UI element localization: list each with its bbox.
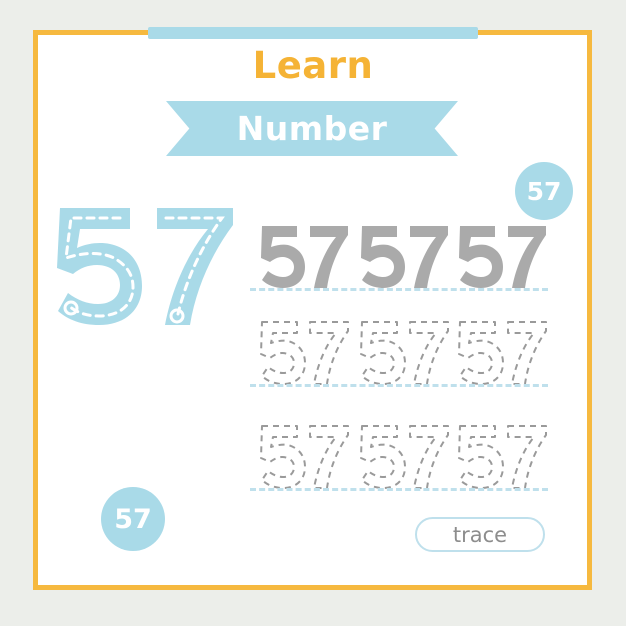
practice-baseline-2 [250,384,548,387]
practice-item-dashed1-2 [360,321,449,385]
ribbon-banner: Number [166,101,458,156]
practice-item-solid-1 [261,226,348,288]
big-number-svg [57,208,233,325]
practice-item-dashed2-2 [360,425,449,489]
badge-bottom-left: 57 [101,487,165,551]
practice-item-solid-3 [459,226,546,288]
badge-top-right: 57 [515,162,573,220]
big-trace-number-57 [44,198,240,328]
practice-baseline-3 [250,488,548,491]
practice-item-dashed2-1 [260,425,349,489]
practice-item-dashed1-3 [458,321,547,385]
practice-item-solid-2 [361,226,448,288]
worksheet-page: Learn Number 57 57 trace [0,0,626,626]
ribbon-label: Number [236,109,388,148]
page-title-learn: Learn [252,44,374,87]
practice-row-dashed-1 [256,318,548,388]
practice-row-dashed-2 [256,422,548,492]
big-digit-7 [157,208,233,325]
practice-item-dashed1-1 [260,321,349,385]
practice-row-solid [256,222,548,292]
practice-baseline-1 [250,288,548,291]
badge-bottom-left-label: 57 [114,503,152,535]
top-accent-bar [148,27,478,39]
badge-top-right-label: 57 [526,176,562,206]
trace-button[interactable]: trace [415,517,545,552]
practice-row-dashed-2-svg [260,425,547,489]
trace-button-label: trace [452,522,508,547]
practice-row-solid-svg [261,226,546,288]
practice-item-dashed2-3 [458,425,547,489]
big-digit-5 [57,208,142,325]
practice-row-dashed-1-svg [260,321,547,385]
